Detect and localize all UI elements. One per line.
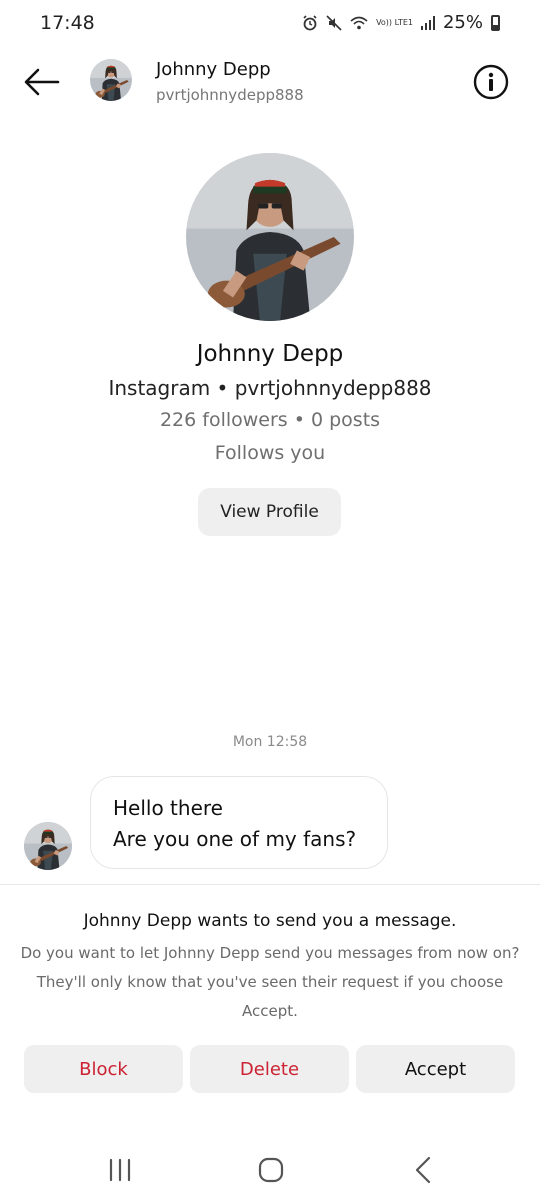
delete-button[interactable]: Delete (190, 1045, 349, 1093)
home-icon[interactable] (251, 1152, 291, 1188)
lte-icon: Vo)) LTE1 (376, 17, 413, 27)
header-name[interactable]: Johnny Depp (156, 59, 271, 80)
sender-avatar[interactable] (24, 822, 72, 870)
battery-icon (491, 14, 500, 31)
profile-photo[interactable] (186, 153, 354, 321)
chat-header: Johnny Depp pvrtjohnnydepp888 (0, 56, 540, 108)
avatar-image (90, 59, 132, 101)
profile-stats: 226 followers • 0 posts (159, 409, 381, 431)
follows-you-label: Follows you (214, 442, 326, 464)
message-bubble[interactable]: Hello there Are you one of my fans? (90, 776, 388, 869)
message-timestamp: Mon 12:58 (232, 734, 308, 750)
status-time: 17:48 (40, 12, 95, 34)
battery-percent: 25% (442, 12, 483, 33)
block-button[interactable]: Block (24, 1045, 183, 1093)
message-line: Hello there (113, 796, 223, 820)
wifi-icon (350, 16, 368, 29)
header-handle[interactable]: pvrtjohnnydepp888 (156, 86, 304, 104)
request-title: Johnny Depp wants to send you a message. (83, 911, 457, 931)
header-avatar[interactable] (90, 59, 132, 101)
recent-apps-icon[interactable] (100, 1152, 140, 1188)
mute-icon (326, 14, 342, 31)
status-icons: Vo)) LTE1 25% (302, 12, 500, 33)
alarm-icon (303, 14, 317, 30)
message-request-panel: Johnny Depp wants to send you a message.… (0, 884, 540, 1146)
sender-avatar-image (24, 822, 72, 870)
message-line: Are you one of my fans? (113, 827, 357, 851)
system-nav-bar (0, 1146, 540, 1200)
info-circle-icon[interactable] (472, 63, 510, 101)
profile-image (186, 153, 354, 321)
back-nav-icon[interactable] (403, 1152, 443, 1188)
status-bar: 17:48 Vo)) LTE1 25% (0, 0, 540, 48)
profile-subtitle: Instagram • pvrtjohnnydepp888 (108, 376, 432, 400)
accept-button[interactable]: Accept (356, 1045, 515, 1093)
signal-icon (420, 15, 435, 30)
view-profile-button[interactable]: View Profile (198, 488, 341, 536)
profile-name: Johnny Depp (196, 341, 344, 367)
arrow-left-icon[interactable] (22, 66, 62, 98)
request-description: Do you want to let Johnny Depp send you … (20, 944, 520, 1020)
